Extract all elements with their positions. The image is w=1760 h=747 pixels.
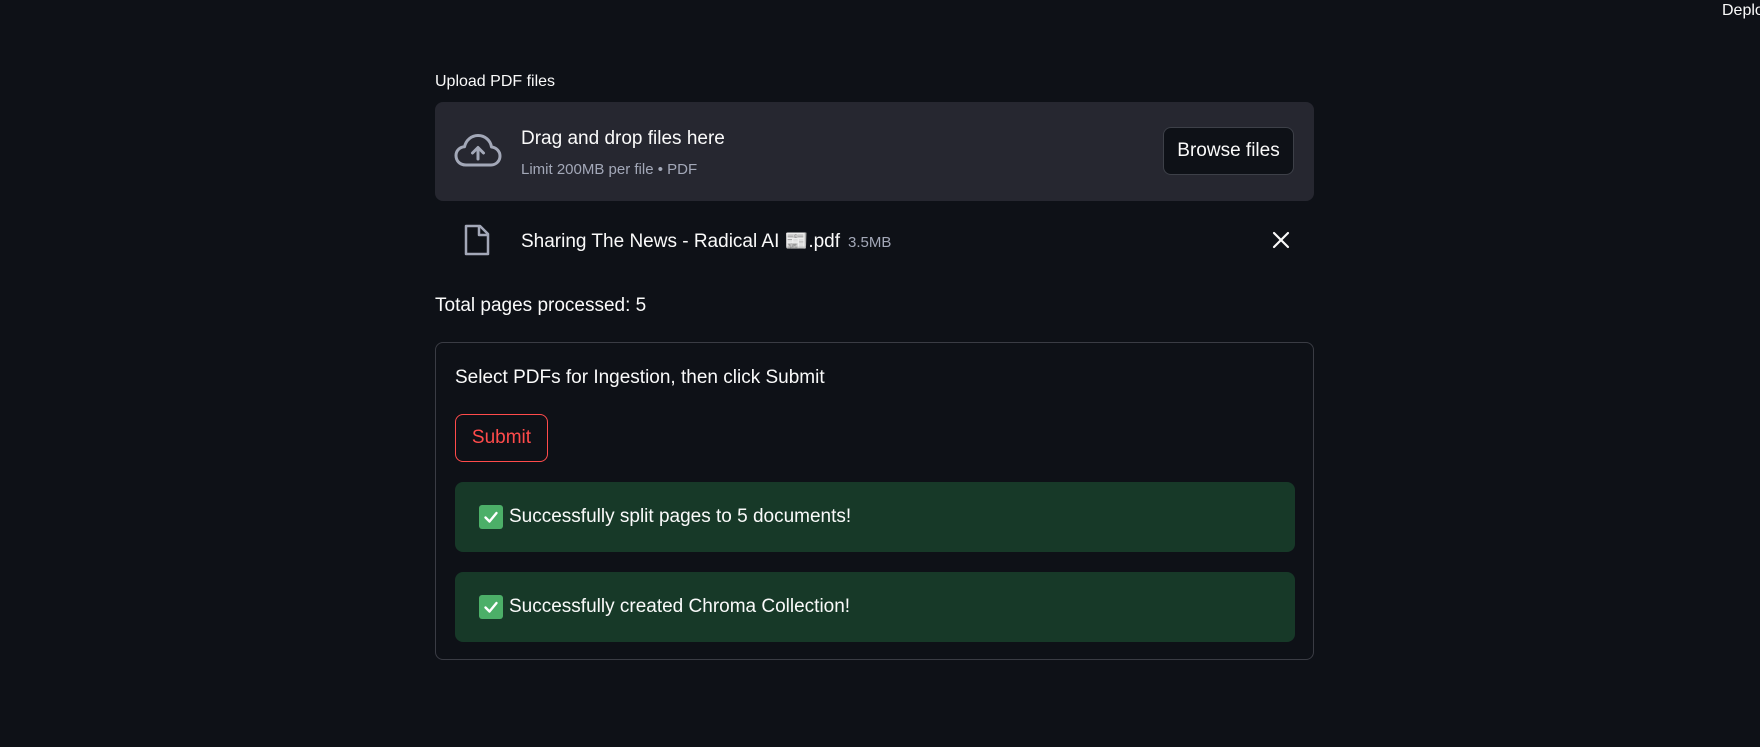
cloud-upload-icon — [454, 134, 502, 167]
file-icon — [464, 224, 490, 256]
success-alert-chroma: Successfully created Chroma Collection! — [455, 572, 1295, 642]
check-icon — [479, 505, 503, 529]
browse-files-button[interactable]: Browse files — [1163, 127, 1294, 175]
file-dropzone[interactable]: Drag and drop files here Limit 200MB per… — [435, 102, 1314, 201]
alert-text: Successfully split pages to 5 documents! — [509, 506, 852, 527]
file-name-wrap: Sharing The News - Radical AI 📰.pdf 3.5MB — [521, 229, 891, 253]
pages-processed-text: Total pages processed: 5 — [435, 295, 647, 316]
uploaded-file-row: Sharing The News - Radical AI 📰.pdf 3.5MB — [435, 220, 1314, 260]
dropzone-title: Drag and drop files here — [521, 128, 725, 149]
dropzone-subtitle: Limit 200MB per file • PDF — [521, 161, 698, 178]
ingestion-form: Select PDFs for Ingestion, then click Su… — [435, 342, 1314, 660]
alert-text: Successfully created Chroma Collection! — [509, 596, 851, 617]
upload-label: Upload PDF files — [435, 73, 556, 90]
file-size: 3.5MB — [848, 234, 892, 251]
deploy-button[interactable]: Deplo — [1722, 2, 1760, 20]
submit-button[interactable]: Submit — [455, 414, 548, 462]
close-icon[interactable] — [1271, 230, 1291, 250]
check-icon — [479, 595, 503, 619]
success-alert-split: Successfully split pages to 5 documents! — [455, 482, 1295, 552]
file-name: Sharing The News - Radical AI 📰.pdf — [521, 231, 841, 252]
form-title: Select PDFs for Ingestion, then click Su… — [455, 367, 825, 388]
